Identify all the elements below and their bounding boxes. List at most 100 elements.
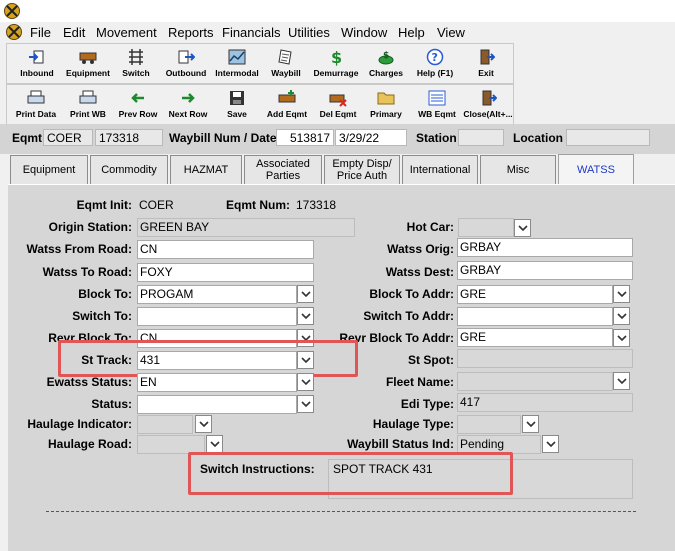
eqmt-num-label: Eqmt Num: xyxy=(226,198,290,212)
tab-associated-parties[interactable]: Associated Parties xyxy=(244,155,322,184)
haulage-indicator-dropdown[interactable] xyxy=(195,415,212,433)
haulage-type-field[interactable] xyxy=(457,415,521,434)
watss-orig-field[interactable]: GRBAY xyxy=(457,238,633,257)
del-eqmt-button[interactable]: Del Eqmt xyxy=(313,85,363,124)
demurrage-button[interactable]: $ Demurrage xyxy=(309,44,363,83)
fleet-name-dropdown[interactable] xyxy=(613,372,630,390)
menu-movement[interactable]: Movement xyxy=(96,25,157,40)
haulage-road-dropdown[interactable] xyxy=(206,435,223,453)
block-to-field[interactable]: PROGAM xyxy=(137,285,297,304)
chevron-down-icon xyxy=(617,313,627,320)
st-spot-field[interactable] xyxy=(457,349,633,368)
charges-button[interactable]: $ Charges xyxy=(363,44,409,83)
hot-car-label: Hot Car: xyxy=(406,220,454,234)
waybill-icon xyxy=(278,49,292,65)
block-to-addr-dropdown[interactable] xyxy=(613,285,630,303)
hot-car-field[interactable] xyxy=(458,218,514,237)
waybill-date-field[interactable]: 3/29/22 xyxy=(335,129,407,146)
block-to-addr-field[interactable]: GRE xyxy=(457,285,613,304)
origin-station-label: Origin Station: xyxy=(48,220,132,234)
menu-utilities[interactable]: Utilities xyxy=(288,25,330,40)
haulage-type-dropdown[interactable] xyxy=(522,415,539,433)
chevron-down-icon xyxy=(199,421,209,428)
tab-hazmat[interactable]: HAZMAT xyxy=(170,155,242,184)
watss-dest-field[interactable]: GRBAY xyxy=(457,261,633,280)
menu-edit[interactable]: Edit xyxy=(63,25,85,40)
intermodal-icon xyxy=(228,49,246,65)
outbound-icon xyxy=(178,50,195,64)
ewatss-status-field[interactable]: EN xyxy=(137,373,297,392)
switch-to-dropdown[interactable] xyxy=(297,307,314,325)
switch-to-field[interactable] xyxy=(137,307,297,326)
exit-icon xyxy=(480,49,495,65)
inbound-button[interactable]: Inbound xyxy=(11,44,63,83)
equipment-button[interactable]: Equipment xyxy=(63,44,113,83)
menu-help[interactable]: Help xyxy=(398,25,425,40)
save-button[interactable]: Save xyxy=(213,85,261,124)
switch-to-addr-field[interactable] xyxy=(457,307,613,326)
revr-block-to-addr-dropdown[interactable] xyxy=(613,329,630,347)
waybill-num-field[interactable]: 513817 xyxy=(276,129,334,146)
title-bar xyxy=(0,0,675,22)
tab-international[interactable]: International xyxy=(402,155,478,184)
waybill-status-ind-dropdown[interactable] xyxy=(542,435,559,453)
location-label: Location xyxy=(513,131,563,145)
next-row-button[interactable]: Next Row xyxy=(163,85,213,124)
help-button[interactable]: ? Help (F1) xyxy=(409,44,461,83)
eqmt-init-field[interactable]: COER xyxy=(43,129,93,146)
tab-commodity[interactable]: Commodity xyxy=(90,155,168,184)
eqmt-num-field[interactable]: 173318 xyxy=(95,129,163,146)
close-button[interactable]: Close(Alt+... xyxy=(463,85,513,124)
print-wb-button[interactable]: Print WB xyxy=(63,85,113,124)
station-field[interactable] xyxy=(458,129,504,146)
switch-button[interactable]: Switch xyxy=(113,44,159,83)
watss-to-road-field[interactable]: FOXY xyxy=(137,263,314,282)
print-data-button[interactable]: Print Data xyxy=(11,85,61,124)
waybill-button[interactable]: Waybill xyxy=(263,44,309,83)
origin-station-field[interactable]: GREEN BAY xyxy=(137,218,355,237)
close-icon xyxy=(482,90,497,106)
exit-button[interactable]: Exit xyxy=(463,44,509,83)
outbound-button[interactable]: Outbound xyxy=(159,44,213,83)
hot-car-dropdown[interactable] xyxy=(514,219,531,237)
menu-reports[interactable]: Reports xyxy=(168,25,214,40)
prev-row-button[interactable]: Prev Row xyxy=(113,85,163,124)
print-icon xyxy=(79,90,97,104)
menu-view[interactable]: View xyxy=(437,25,465,40)
haulage-indicator-field[interactable] xyxy=(137,415,193,434)
menu-file[interactable]: File xyxy=(30,25,51,40)
block-to-dropdown[interactable] xyxy=(297,285,314,303)
tab-empty-disp-price-auth[interactable]: Empty Disp/ Price Auth xyxy=(324,155,400,184)
system-menu-icon[interactable] xyxy=(6,24,22,40)
location-field[interactable] xyxy=(566,129,650,146)
switch-to-addr-dropdown[interactable] xyxy=(613,307,630,325)
inbound-icon xyxy=(29,50,44,64)
status-field[interactable] xyxy=(137,395,297,414)
status-label: Status: xyxy=(91,397,132,411)
watss-to-road-label: Watss To Road: xyxy=(42,265,132,279)
tab-watss[interactable]: WATSS xyxy=(558,154,634,185)
block-to-label: Block To: xyxy=(78,287,132,301)
st-track-highlight xyxy=(58,340,358,377)
status-dropdown[interactable] xyxy=(297,395,314,413)
switch-to-addr-label: Switch To Addr: xyxy=(363,309,454,323)
tab-misc[interactable]: Misc xyxy=(480,155,556,184)
menu-window[interactable]: Window xyxy=(341,25,387,40)
primary-button[interactable]: Primary xyxy=(363,85,409,124)
intermodal-button[interactable]: Intermodal xyxy=(213,44,261,83)
equipment-icon xyxy=(79,52,97,64)
tab-equipment[interactable]: Equipment xyxy=(10,155,88,184)
watss-from-road-field[interactable]: CN xyxy=(137,240,314,259)
edi-type-label: Edi Type: xyxy=(400,397,454,411)
charges-icon: $ xyxy=(378,51,394,65)
add-eqmt-button[interactable]: Add Eqmt xyxy=(261,85,313,124)
menu-bar: File Edit Movement Reports Financials Ut… xyxy=(0,22,675,42)
watss-orig-label: Watss Orig: xyxy=(387,242,454,256)
wb-eqmt-button[interactable]: WB Eqmt xyxy=(411,85,463,124)
revr-block-to-addr-field[interactable]: GRE xyxy=(457,328,613,347)
ewatss-status-dropdown[interactable] xyxy=(297,373,314,391)
fleet-name-field[interactable] xyxy=(457,372,613,391)
menu-financials[interactable]: Financials xyxy=(222,25,281,40)
edi-type-field[interactable]: 417 xyxy=(457,393,633,412)
haulage-indicator-label: Haulage Indicator: xyxy=(27,417,132,431)
